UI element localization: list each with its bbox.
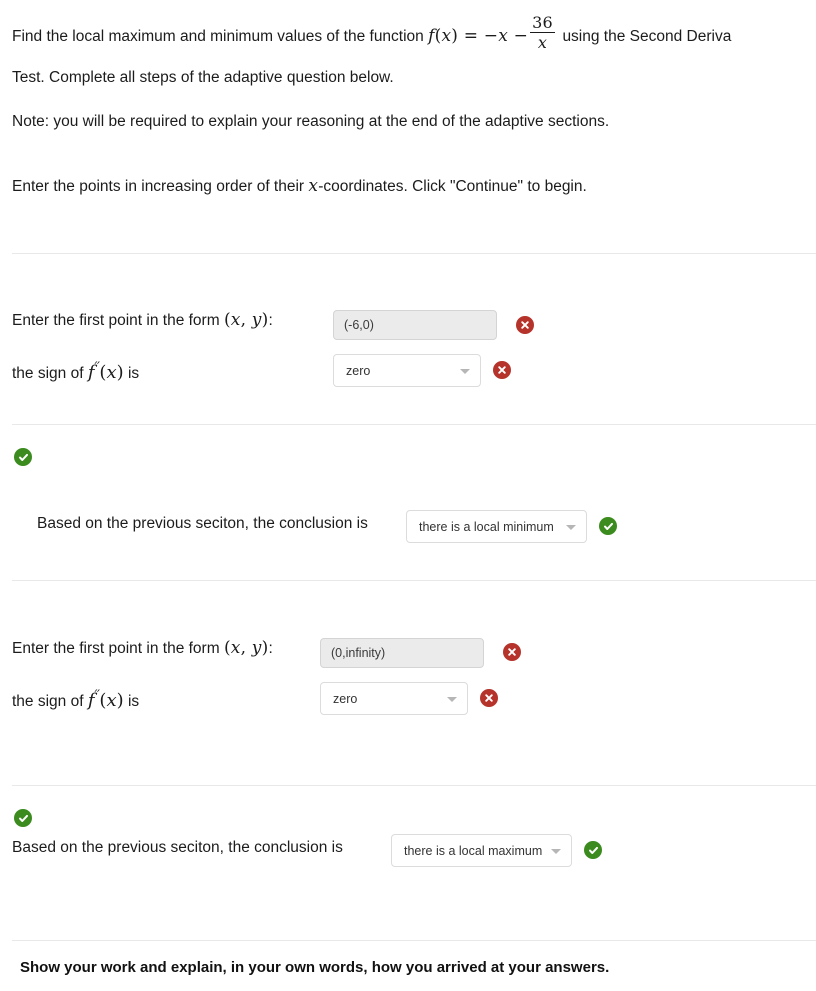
formula-denominator: x [537, 33, 548, 52]
fprime-x-1: x [106, 362, 117, 384]
section-3-sign-row: the sign of f′′(x) is [12, 688, 139, 711]
section-3-point-label-text: Enter the first point in the form [12, 640, 220, 657]
coord-open-paren-1: ( [223, 310, 231, 330]
section-3-point-colon: : [268, 640, 273, 657]
section-2-status-icon [14, 448, 32, 466]
formula-term-1: −x [483, 26, 508, 47]
section-3-point-row: Enter the first point in the form (x, y)… [12, 638, 273, 658]
formula-close-paren: ) [451, 26, 459, 47]
section-1-sign-select-value: zero [346, 363, 371, 378]
section-1-sign-error-icon [493, 361, 511, 379]
section-1-sign-row: the sign of f′′(x) is [12, 360, 139, 383]
section-4-conclusion-row: Based on the previous seciton, the concl… [12, 839, 343, 857]
chevron-down-icon [460, 368, 470, 374]
formula-fraction: 36 x [530, 14, 555, 52]
reasoning-note: Note: you will be required to explain yo… [12, 113, 610, 130]
section-2-conclusion-select-value: there is a local minimum [419, 519, 554, 534]
section-4-status-icon [14, 809, 32, 827]
divider-5 [12, 940, 816, 941]
section-1-point-label: Enter the first point in the form (x, y)… [12, 310, 273, 330]
fprime-x-3: x [106, 690, 117, 712]
worksheet-page: Find the local maximum and minimum value… [0, 0, 816, 991]
section-1-point-label-text: Enter the first point in the form [12, 312, 220, 329]
coord-x-3: x [230, 638, 241, 658]
problem-statement-line-2: Test. Complete all steps of the adaptive… [12, 69, 394, 86]
formula-equals: = [463, 26, 479, 47]
problem-statement-text-a: Find the local maximum and minimum value… [12, 28, 424, 46]
coord-y-1: y [251, 310, 262, 330]
ordering-instruction-var-x: x [308, 176, 319, 196]
section-3-second-derivative-math: f′′(x) [87, 688, 124, 712]
section-3-sign-label: the sign of f′′(x) is [12, 688, 139, 711]
coord-comma-3: , [240, 638, 247, 658]
divider-1 [12, 253, 816, 254]
coord-comma-1: , [240, 310, 247, 330]
section-1-sign-select[interactable]: zero [333, 354, 481, 387]
section-2-conclusion-ok-icon [599, 517, 617, 535]
section-2-conclusion-select[interactable]: there is a local minimum [406, 510, 587, 543]
section-4-conclusion-label: Based on the previous seciton, the concl… [12, 839, 343, 856]
fprime-close-1: ) [116, 362, 124, 384]
divider-4 [12, 785, 816, 786]
section-2-conclusion-row: Based on the previous seciton, the concl… [37, 515, 368, 533]
section-3-sign-select-value: zero [333, 691, 358, 706]
divider-3 [12, 580, 816, 581]
coord-open-paren-3: ( [223, 638, 231, 658]
section-1-second-derivative-math: f′′(x) [87, 360, 124, 384]
section-1-point-row: Enter the first point in the form (x, y)… [12, 310, 273, 330]
section-2-conclusion-label: Based on the previous seciton, the concl… [37, 515, 368, 532]
ordering-instruction-text-a: Enter the points in increasing order of … [12, 178, 305, 195]
formula-numerator: 36 [532, 13, 553, 32]
section-1-point-error-icon [516, 316, 534, 334]
section-1-point-coord-math: (x, y) [224, 310, 269, 330]
section-3-point-coord-math: (x, y) [224, 638, 269, 658]
formula-var-x: x [441, 26, 452, 47]
section-1-sign-label: the sign of f′′(x) is [12, 360, 139, 383]
chevron-down-icon [566, 524, 576, 530]
ordering-instruction-text-b: -coordinates. Click "Continue" to begin. [318, 178, 587, 195]
problem-statement-line-1: Find the local maximum and minimum value… [12, 14, 816, 54]
section-4-conclusion-ok-icon [584, 841, 602, 859]
problem-statement: Find the local maximum and minimum value… [12, 14, 816, 92]
fprime-f-3: f [87, 690, 95, 712]
section-3-point-input[interactable] [320, 638, 484, 668]
section-3-sign-label-text-a: the sign of [12, 693, 84, 711]
section-4-conclusion-select[interactable]: there is a local maximum [391, 834, 572, 867]
fprime-close-3: ) [116, 690, 124, 712]
fprime-f-1: f [87, 362, 95, 384]
section-3-sign-label-text-b: is [127, 693, 140, 711]
section-1-sign-label-text-b: is [127, 365, 140, 383]
section-3-point-label: Enter the first point in the form (x, y)… [12, 638, 273, 658]
formula-minus: − [513, 26, 529, 47]
section-3-sign-error-icon [480, 689, 498, 707]
section-3-sign-select[interactable]: zero [320, 682, 468, 715]
section-4-conclusion-select-value: there is a local maximum [404, 843, 543, 858]
show-work-instruction: Show your work and explain, in your own … [20, 959, 610, 976]
section-1-point-input[interactable] [333, 310, 497, 340]
problem-statement-text-b: using the Second Deriva [562, 28, 732, 46]
section-3-point-error-icon [503, 643, 521, 661]
chevron-down-icon [551, 848, 561, 854]
section-1-sign-label-text-a: the sign of [12, 365, 84, 383]
section-1-point-colon: : [268, 312, 273, 329]
coord-y-3: y [251, 638, 262, 658]
chevron-down-icon [447, 696, 457, 702]
divider-2 [12, 424, 816, 425]
coord-x-1: x [230, 310, 241, 330]
function-formula: f(x) = −x −36 x [428, 14, 562, 52]
ordering-instruction: Enter the points in increasing order of … [12, 172, 587, 201]
